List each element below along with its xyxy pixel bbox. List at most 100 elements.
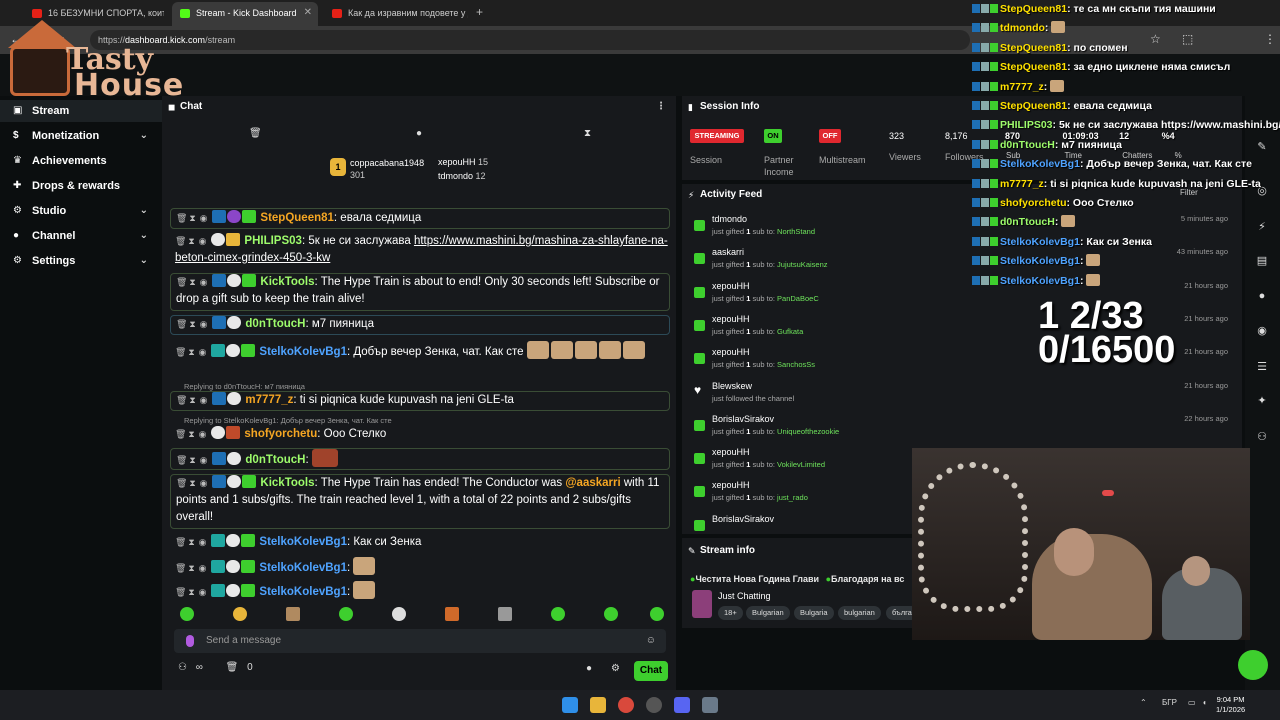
shield-icon[interactable]: ◉ [198, 210, 209, 227]
stream-tag[interactable]: Bulgarian [746, 606, 790, 620]
browser-tab-kick[interactable]: Stream - Kick Dashboard ✕ [172, 2, 318, 26]
message-username[interactable]: StelkoKolevBg1 [259, 586, 347, 598]
delete-icon[interactable]: 🗑 [176, 274, 187, 291]
windows-start-icon[interactable] [562, 697, 578, 713]
chrome-icon[interactable] [618, 697, 634, 713]
timeout-icon[interactable]: ⧗ [186, 344, 197, 361]
delete-icon[interactable]: 🗑 [175, 344, 186, 361]
shield-icon[interactable]: ◉ [198, 316, 209, 333]
message-username[interactable]: StelkoKolevBg1 [259, 562, 347, 574]
chat-settings-bubble-icon[interactable]: ● [586, 663, 592, 674]
sidebar-item-stream[interactable]: ▣ Stream [0, 100, 162, 122]
activity-recipient[interactable]: PanDaBoeC [777, 294, 819, 303]
message-username[interactable]: m7777_z [245, 394, 293, 406]
shield-icon[interactable]: ◉ [197, 426, 208, 443]
timeout-icon[interactable]: ⧗ [187, 452, 198, 469]
delete-icon[interactable]: 🗑 [176, 392, 187, 409]
wrench-icon[interactable]: ✦ [1255, 394, 1269, 408]
emote-button[interactable] [551, 607, 565, 621]
infinity-icon[interactable]: ∞ [196, 662, 203, 673]
message-icon[interactable]: ● [416, 128, 422, 139]
users-icon[interactable]: ⚇ [1255, 430, 1269, 444]
chat-message[interactable]: 🗑 ⧗ ◉ StelkoKolevBg1: Добър вечер Зенка, ч… [170, 341, 670, 379]
chat-message[interactable]: 🗑 ⧗ ◉ StelkoKolevBg1: Как си Зенка [170, 534, 670, 552]
message-username[interactable]: StelkoKolevBg1 [259, 346, 347, 358]
sidebar-item-studio[interactable]: ⚙ Studio ⌄ [0, 200, 162, 222]
tray-chevron-icon[interactable]: ⌃ [1140, 698, 1147, 707]
shield-icon[interactable]: ◉ [198, 392, 209, 409]
microphone-icon[interactable] [186, 635, 194, 647]
reply-preview[interactable]: Replying to StelkoKolevBg1: Добър вечер … [184, 416, 392, 425]
activity-recipient[interactable]: Gufkata [777, 327, 803, 336]
sidebar-item-settings[interactable]: ⚙ Settings ⌄ [0, 250, 162, 272]
filter-label[interactable]: Filter [1180, 188, 1198, 197]
chat-message[interactable]: 🗑 ⧗ ◉ PHILIPS03: 5к не си заслужава https:… [170, 233, 670, 269]
new-tab-button[interactable]: + [476, 5, 483, 19]
stream-tag[interactable]: Bulgaria [794, 606, 834, 620]
message-username[interactable]: shofyorchetu [244, 428, 317, 440]
delete-icon[interactable]: 🗑 [175, 584, 186, 601]
system-clock[interactable]: 9:04 PM 1/1/2026 [1216, 695, 1245, 715]
emote-button[interactable] [650, 607, 664, 621]
activity-user[interactable]: BorislavSirakov [712, 414, 774, 424]
timeout-icon[interactable]: ⧗ [186, 426, 197, 443]
keyboard-language[interactable]: БГР [1162, 698, 1177, 707]
gear-icon[interactable]: ⚙ [611, 663, 620, 674]
activity-user[interactable]: xepouHH [712, 347, 750, 357]
message-username[interactable]: d0nTtoucH [245, 318, 305, 330]
file-explorer-icon[interactable] [590, 697, 606, 713]
activity-recipient[interactable]: JujutsuKaisenz [777, 260, 827, 269]
activity-recipient[interactable]: NorthStand [777, 227, 815, 236]
activity-recipient[interactable]: VokilevLimited [777, 460, 825, 469]
delete-icon[interactable]: 🗑 [175, 560, 186, 577]
shield-icon[interactable]: ◉ [198, 452, 209, 469]
activity-user[interactable]: xepouHH [712, 447, 750, 457]
activity-item[interactable]: BorislavSirakov just gifted 1 sub to: Uni… [682, 414, 1242, 446]
emote-button[interactable] [445, 607, 459, 621]
shield-icon[interactable]: ◉ [198, 475, 209, 492]
message-username[interactable]: StepQueen81 [260, 212, 334, 224]
sidebar-item-channel[interactable]: ● Channel ⌄ [0, 225, 162, 247]
message-username[interactable]: StelkoKolevBg1 [259, 536, 347, 548]
delete-icon[interactable]: 🗑 [176, 210, 187, 227]
timeout-icon[interactable]: ⧗ [186, 534, 197, 551]
leader-3[interactable]: tdmondo 12 [438, 171, 486, 181]
close-tab-icon[interactable]: ✕ [304, 2, 312, 24]
chat-message[interactable]: 🗑 ⧗ ◉ StepQueen81: евала седмица [170, 208, 670, 229]
shield-icon[interactable]: ◉ [198, 274, 209, 291]
shield-icon[interactable]: ◉ [197, 534, 208, 551]
emote-button[interactable] [604, 607, 618, 621]
timeout-icon[interactable]: ⧗ [186, 560, 197, 577]
activity-user[interactable]: aaskarri [712, 247, 744, 257]
emote-button[interactable] [339, 607, 353, 621]
activity-user[interactable]: Blewskew [712, 381, 752, 391]
browser-tab-youtube-2[interactable]: Как да изравним подовете у д [324, 2, 468, 26]
chat-message[interactable]: 🗑 ⧗ ◉ d0nTtoucH: м7 пияница [170, 315, 670, 335]
stream-tag[interactable]: бълга [886, 606, 912, 620]
users-icon[interactable]: ⚇ [178, 662, 187, 673]
leader-2[interactable]: xepouHH 15 [438, 157, 488, 167]
message-username[interactable]: PHILIPS03 [244, 235, 302, 247]
chat-message-list[interactable]: 🗑 ⧗ ◉ StepQueen81: евала седмица 🗑 ⧗ ◉ PHILI… [170, 206, 670, 606]
broadcast-icon[interactable]: ◉ [1255, 324, 1269, 338]
emote-button[interactable] [233, 607, 247, 621]
activity-user[interactable]: xepouHH [712, 314, 750, 324]
chat-message[interactable]: 🗑 ⧗ ◉ StelkoKolevBg1: [170, 557, 670, 577]
activity-user[interactable]: BorislavSirakov [712, 514, 774, 524]
timeout-icon[interactable]: ⧗ [187, 392, 198, 409]
emote-button[interactable] [498, 607, 512, 621]
activity-user[interactable]: xepouHH [712, 281, 750, 291]
timeout-icon[interactable]: ⧗ [187, 210, 198, 227]
sidebar-item-achievements[interactable]: ♛ Achievements [0, 150, 162, 172]
settings-app-icon[interactable] [702, 697, 718, 713]
emote-button[interactable] [392, 607, 406, 621]
activity-item[interactable]: ♥ Blewskew just followed the channel 21 hou… [682, 381, 1242, 413]
multistream-toggle[interactable]: OFF [819, 129, 841, 143]
delete-icon[interactable]: 🗑 [176, 452, 187, 469]
timeout-icon[interactable]: ⧗ [187, 475, 198, 492]
delete-icon[interactable]: 🗑 [176, 475, 187, 492]
sidebar-item-drops-rewards[interactable]: ✚ Drops & rewards [0, 175, 162, 197]
chat-message[interactable]: 🗑 ⧗ ◉ shofyorchetu: Ооо Стелко [170, 426, 670, 444]
more-options-icon[interactable]: ⋮ [656, 96, 666, 118]
network-icon[interactable]: ▭ [1188, 698, 1196, 707]
